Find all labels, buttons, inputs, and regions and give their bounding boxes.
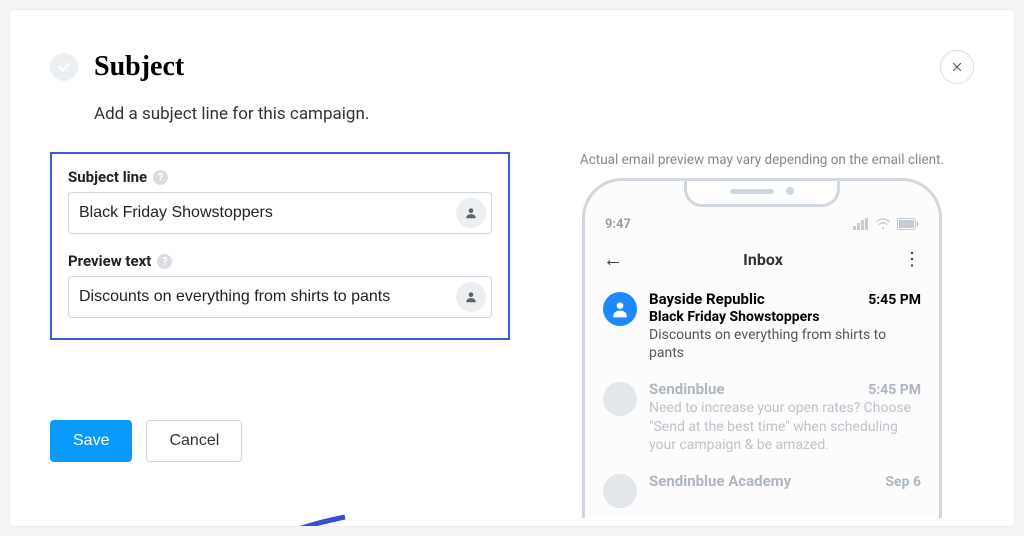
phone-clock: 9:47: [605, 217, 631, 232]
page-title: Subject: [94, 51, 184, 83]
message-sender: Sendinblue: [649, 380, 724, 398]
personalize-subject-button[interactable]: [456, 198, 486, 228]
message-time: Sep 6: [885, 474, 921, 490]
message-preview: Need to increase your open rates? Choose…: [649, 399, 921, 454]
check-icon: [50, 53, 78, 81]
person-icon: [464, 206, 478, 220]
phone-preview: 9:47 ← Inbox ⋮: [582, 178, 942, 518]
back-arrow-icon: ←: [603, 247, 623, 272]
phone-notch: [684, 178, 840, 207]
preview-text-label-text: Preview text: [68, 252, 151, 270]
close-icon: [950, 60, 964, 74]
message-subject: Black Friday Showstoppers: [649, 309, 921, 325]
annotation-arrow: [185, 512, 355, 526]
close-button[interactable]: [940, 50, 974, 84]
message-item: Sendinblue Academy Sep 6: [585, 464, 939, 518]
message-time: 5:45 PM: [868, 292, 921, 308]
page-subtitle: Add a subject line for this campaign.: [94, 104, 974, 124]
signal-icon: [853, 218, 869, 230]
wifi-icon: [875, 218, 891, 230]
message-item: Sendinblue 5:45 PM Need to increase your…: [585, 372, 939, 464]
phone-status-bar: 9:47: [585, 211, 939, 237]
message-time: 5:45 PM: [868, 382, 921, 398]
message-list: Bayside Republic 5:45 PM Black Friday Sh…: [585, 282, 939, 518]
avatar: [603, 474, 637, 508]
subject-form: Subject line ? Preview text ?: [50, 152, 510, 340]
avatar: [603, 382, 637, 416]
subject-line-input[interactable]: [68, 192, 492, 234]
preview-text-label: Preview text ?: [68, 252, 492, 270]
avatar: [603, 292, 637, 326]
message-sender: Bayside Republic: [649, 290, 765, 308]
menu-dots-icon: ⋮: [903, 249, 921, 270]
help-icon[interactable]: ?: [157, 254, 172, 269]
person-icon: [464, 290, 478, 304]
message-item: Bayside Republic 5:45 PM Black Friday Sh…: [585, 282, 939, 372]
inbox-title: Inbox: [743, 250, 783, 269]
personalize-preview-button[interactable]: [456, 282, 486, 312]
preview-text-input[interactable]: [68, 276, 492, 318]
save-button[interactable]: Save: [50, 420, 132, 462]
subject-line-label: Subject line ?: [68, 168, 492, 186]
battery-icon: [897, 218, 919, 230]
message-sender: Sendinblue Academy: [649, 472, 791, 490]
message-preview: Discounts on everything from shirts to p…: [649, 326, 921, 362]
cancel-button[interactable]: Cancel: [146, 420, 242, 462]
subject-line-label-text: Subject line: [68, 168, 147, 186]
preview-disclaimer: Actual email preview may vary depending …: [580, 152, 944, 168]
help-icon[interactable]: ?: [153, 170, 168, 185]
